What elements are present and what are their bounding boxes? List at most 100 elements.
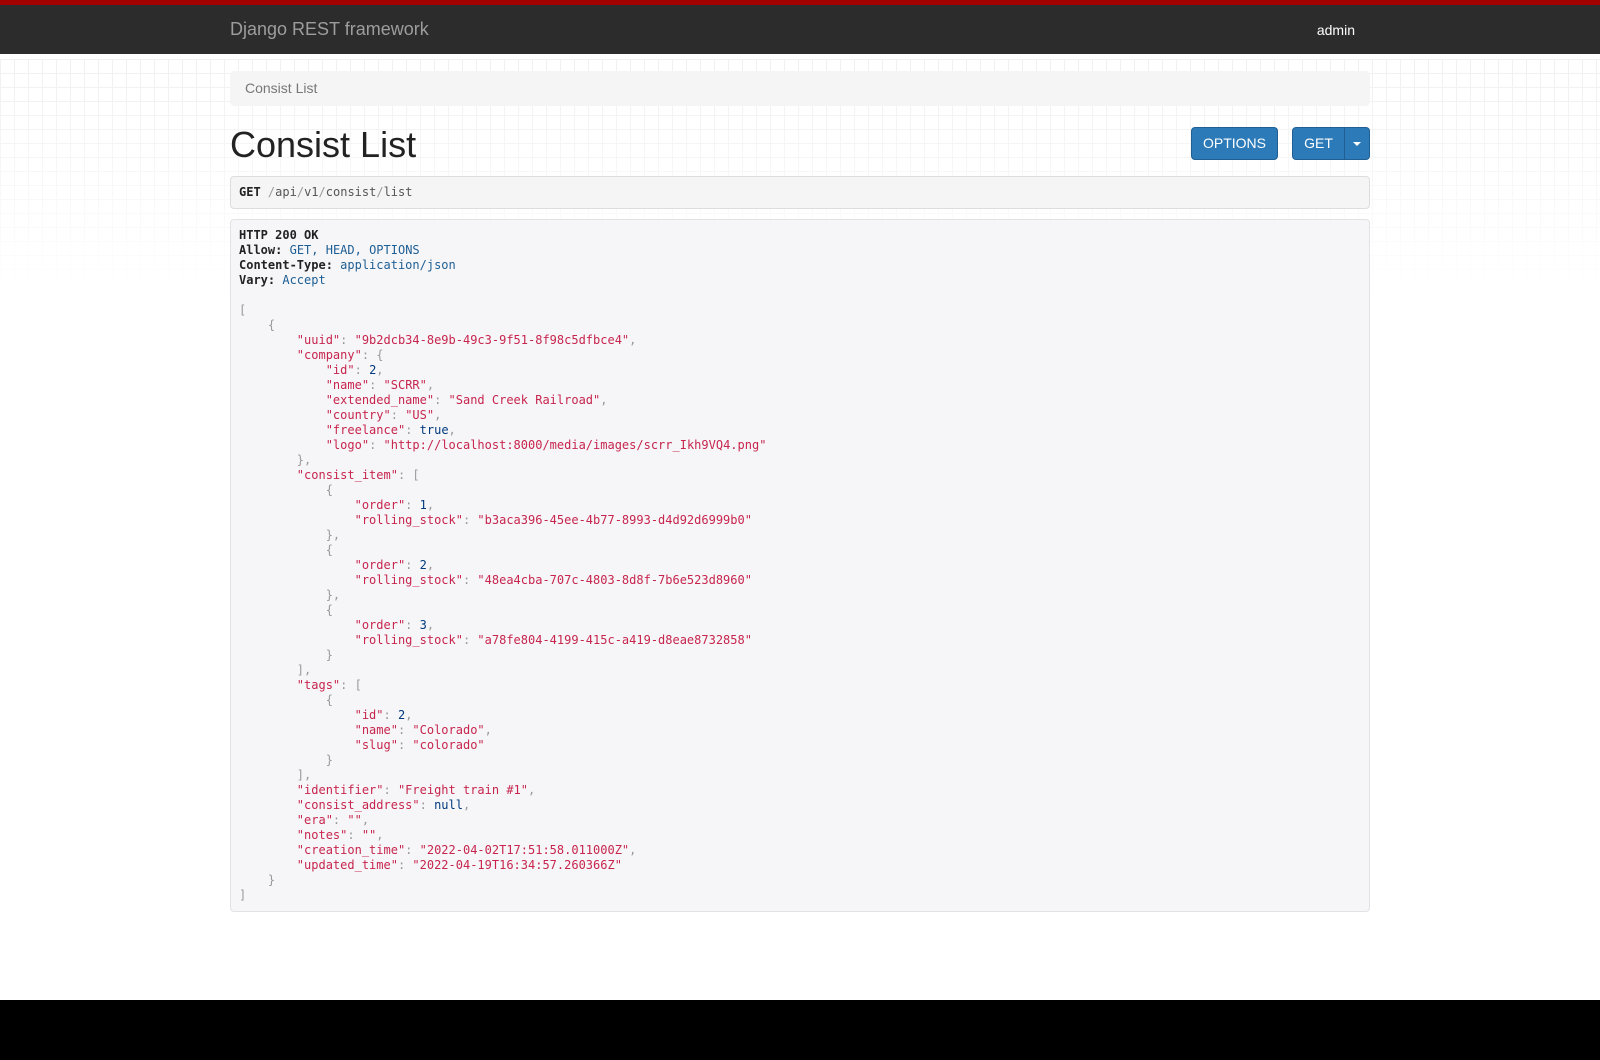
json-line: "creation_time": "2022-04-02T17:51:58.01… <box>239 843 1361 858</box>
response-body: [ { "uuid": "9b2dcb34-8e9b-49c3-9f51-8f9… <box>239 303 1361 903</box>
response-info: HTTP 200 OK Allow: GET, HEAD, OPTIONS Con… <box>230 219 1370 912</box>
path-segment: list <box>383 185 413 199</box>
json-punct: , <box>448 423 456 437</box>
json-key: "company" <box>296 348 362 362</box>
json-punct: [ <box>412 468 420 482</box>
json-key: "freelance" <box>325 423 406 437</box>
json-punct: , <box>484 723 492 737</box>
json-string-value: "" <box>347 813 362 827</box>
json-punct: : <box>405 843 420 857</box>
json-punct: [ <box>239 303 247 317</box>
json-key: "order" <box>354 618 406 632</box>
breadcrumb: Consist List <box>230 71 1370 106</box>
json-literal-value: 2 <box>419 558 427 572</box>
options-button[interactable]: OPTIONS <box>1191 127 1278 160</box>
json-line: "notes": "", <box>239 828 1361 843</box>
json-punct: , <box>426 618 435 632</box>
json-line: "company": { <box>239 348 1361 363</box>
breadcrumb-current: Consist List <box>245 80 318 96</box>
json-punct: ] <box>239 888 247 902</box>
json-key: "era" <box>296 813 333 827</box>
get-format-dropdown-button[interactable] <box>1344 127 1370 160</box>
brand-link[interactable]: Django REST framework <box>230 19 429 40</box>
json-string-value: "a78fe804-4199-415c-a419-d8eae8732858" <box>477 633 752 647</box>
json-string-value: "Sand Creek Railroad" <box>448 393 601 407</box>
json-punct: }, <box>325 528 341 542</box>
response-headers: Allow: GET, HEAD, OPTIONS Content-Type: a… <box>239 243 1361 288</box>
json-line: "rolling_stock": "b3aca396-45ee-4b77-899… <box>239 513 1361 528</box>
path-separator: / <box>296 185 305 199</box>
json-punct: : <box>369 378 384 392</box>
path-segment: consist <box>325 185 377 199</box>
json-key: "consist_item" <box>296 468 398 482</box>
json-string-value: "http://localhost:8000/media/images/scrr… <box>383 438 767 452</box>
json-line: } <box>239 753 1361 768</box>
json-punct: }, <box>325 588 341 602</box>
json-punct: : <box>340 333 355 347</box>
json-punct: : <box>405 498 420 512</box>
json-string-value: "b3aca396-45ee-4b77-8993-d4d92d6999b0" <box>477 513 752 527</box>
json-punct: , <box>361 813 370 827</box>
json-line: "era": "", <box>239 813 1361 828</box>
json-string-value: "" <box>361 828 377 842</box>
json-line: "slug": "colorado" <box>239 738 1361 753</box>
json-line: "extended_name": "Sand Creek Railroad", <box>239 393 1361 408</box>
json-key: "order" <box>354 498 406 512</box>
json-punct: : <box>397 858 413 872</box>
json-punct: : <box>434 393 449 407</box>
request-path: /api/v1/consist/list <box>268 185 413 199</box>
json-line: "logo": "http://localhost:8000/media/ima… <box>239 438 1361 453</box>
json-punct: : <box>361 348 377 362</box>
json-key: "rolling_stock" <box>354 633 463 647</box>
path-separator: / <box>376 185 384 199</box>
json-line: { <box>239 483 1361 498</box>
json-line: [ <box>239 303 1361 318</box>
json-punct: : <box>390 408 406 422</box>
json-punct: { <box>325 543 333 557</box>
json-punct: : <box>405 423 420 437</box>
json-line: "rolling_stock": "48ea4cba-707c-4803-8d8… <box>239 573 1361 588</box>
json-line: "updated_time": "2022-04-19T16:34:57.260… <box>239 858 1361 873</box>
response-header-line: Allow: GET, HEAD, OPTIONS <box>239 243 1361 258</box>
response-header-line: Vary: Accept <box>239 273 1361 288</box>
json-punct: : <box>462 633 478 647</box>
json-punct: : <box>419 798 435 812</box>
json-key: "updated_time" <box>296 858 398 872</box>
json-punct: { <box>376 348 384 362</box>
json-line: } <box>239 648 1361 663</box>
response-header-value: GET, HEAD, OPTIONS <box>289 243 420 257</box>
path-segment: api <box>275 185 297 199</box>
response-header-key: Content-Type: <box>239 258 333 272</box>
json-key: "name" <box>354 723 398 737</box>
json-line: "id": 2, <box>239 708 1361 723</box>
json-punct: , <box>528 783 536 797</box>
json-line: { <box>239 318 1361 333</box>
json-string-value: "Freight train #1" <box>397 783 528 797</box>
json-punct: : <box>397 738 413 752</box>
json-key: "id" <box>325 363 355 377</box>
user-menu[interactable]: admin <box>1317 22 1355 38</box>
json-line: { <box>239 603 1361 618</box>
json-punct: }, <box>296 453 312 467</box>
json-line: "id": 2, <box>239 363 1361 378</box>
get-button[interactable]: GET <box>1292 127 1345 160</box>
path-separator: / <box>318 185 326 199</box>
json-line: "tags": [ <box>239 678 1361 693</box>
json-punct: [ <box>354 678 362 692</box>
json-key: "tags" <box>296 678 341 692</box>
json-key: "consist_address" <box>296 798 420 812</box>
response-header-line: Content-Type: application/json <box>239 258 1361 273</box>
json-line: "consist_address": null, <box>239 798 1361 813</box>
json-line: "country": "US", <box>239 408 1361 423</box>
json-punct: : <box>383 708 398 722</box>
path-segment: v1 <box>304 185 319 199</box>
response-header-key: Vary: <box>239 273 276 287</box>
response-header-key: Allow: <box>239 243 283 257</box>
json-line: "freelance": true, <box>239 423 1361 438</box>
json-punct: : <box>462 513 478 527</box>
json-punct: { <box>325 603 333 617</box>
json-punct: : <box>340 678 355 692</box>
json-punct: , <box>376 363 384 377</box>
json-punct: , <box>600 393 608 407</box>
json-punct: : <box>397 468 413 482</box>
